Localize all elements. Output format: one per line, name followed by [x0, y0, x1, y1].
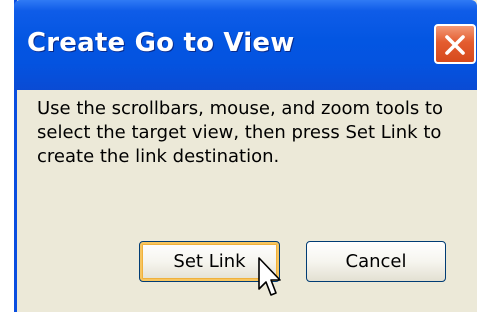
arrow-pointer-icon [258, 257, 281, 296]
instruction-text: Use the scrollbars, mouse, and zoom tool… [37, 98, 444, 167]
cancel-button[interactable]: Cancel [306, 241, 446, 282]
dialog-title: Create Go to View [27, 28, 295, 58]
close-x-icon [445, 35, 465, 55]
title-bar[interactable]: Create Go to View [14, 0, 477, 90]
create-go-to-view-dialog: Create Go to View Use the scrollbars, mo… [14, 0, 477, 312]
close-button[interactable] [434, 24, 476, 64]
